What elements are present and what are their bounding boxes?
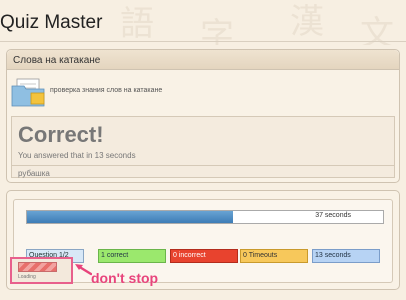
- annotation-text: don't stop: [91, 270, 159, 286]
- quiz-name: Слова на катакане: [7, 50, 399, 70]
- result-heading: Correct!: [18, 122, 104, 147]
- app-title: Quiz Master: [0, 12, 103, 33]
- loading-highlight: Loading: [10, 257, 73, 284]
- incorrect-counter: 0 incorrect: [170, 249, 238, 263]
- quiz-panel: Слова на катакане проверка знания слов н…: [6, 49, 400, 183]
- title-divider: [0, 41, 406, 42]
- timer-bar: 37 seconds: [26, 210, 384, 224]
- timeouts-counter: 0 Timeouts: [240, 249, 308, 263]
- answer-word: рубашка: [18, 169, 50, 178]
- correct-counter: 1 correct: [98, 249, 166, 263]
- timer-fill: [27, 211, 234, 223]
- timer-text: 37 seconds: [315, 212, 351, 219]
- time-counter: 13 seconds: [312, 249, 380, 263]
- quiz-description: проверка знания слов на катакане: [50, 87, 163, 94]
- result-box: Correct! You answered that in 13 seconds…: [11, 116, 395, 178]
- loading-label: Loading: [18, 274, 36, 280]
- loading-bar: [18, 262, 57, 272]
- folder-icon: [11, 78, 45, 107]
- answer-time-message: You answered that in 13 seconds: [18, 151, 136, 160]
- pointer-arrow-icon: [75, 264, 92, 276]
- result-divider: [12, 165, 394, 166]
